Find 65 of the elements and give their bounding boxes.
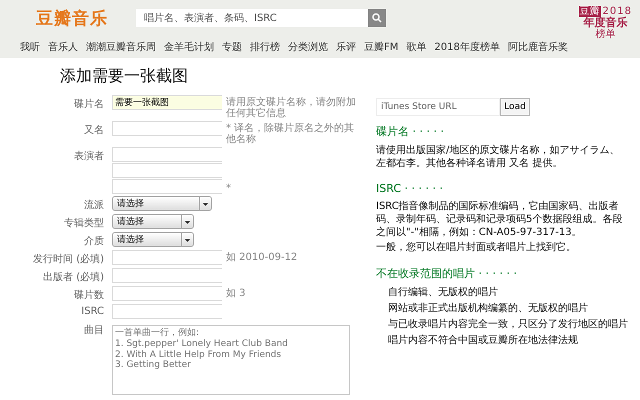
field-label: 介质 bbox=[83, 234, 105, 248]
annual-chart-badge[interactable]: 豆瓣 2018 年度音乐 榜单 bbox=[578, 0, 632, 58]
badge-tag: 豆瓣 bbox=[578, 6, 601, 17]
list-item: 自行编辑、无版权的唱片 bbox=[388, 286, 499, 299]
caret-icon bbox=[181, 214, 193, 228]
search-button[interactable] bbox=[368, 9, 386, 27]
select-dropdown[interactable]: 请选择 bbox=[112, 232, 194, 247]
nav-link[interactable]: 排行榜 bbox=[250, 40, 280, 54]
field-hint: 如 3 bbox=[225, 287, 247, 299]
nav-link[interactable]: 阿比鹿音乐奖 bbox=[508, 40, 568, 54]
field-label: 碟片数 bbox=[73, 288, 105, 302]
field-label: 又名 bbox=[83, 124, 105, 137]
section-heading: 碟片名 · · · · · bbox=[376, 124, 445, 139]
required-mark: * bbox=[225, 182, 232, 194]
help-text: 一般，您可以在唱片封面或者唱片上找到它。 bbox=[376, 241, 577, 254]
page-title: 添加需要一张截图 bbox=[60, 66, 189, 87]
search-icon bbox=[372, 13, 382, 23]
text-field[interactable] bbox=[112, 163, 222, 178]
url-field[interactable]: iTunes Store URL bbox=[376, 98, 500, 116]
list-item: 与已收录唱片内容完全一致，只区分了发行地区的唱片 bbox=[388, 318, 628, 331]
field-hint: 如 2010-09-12 bbox=[225, 251, 298, 263]
nav-link[interactable]: 乐评 bbox=[336, 40, 356, 54]
select-dropdown[interactable]: 请选择 bbox=[112, 214, 194, 229]
caret-icon bbox=[181, 232, 193, 246]
text-field[interactable] bbox=[112, 179, 222, 194]
field-label: 曲目 bbox=[83, 324, 105, 337]
nav-link[interactable]: 金羊毛计划 bbox=[164, 40, 214, 54]
nav-link[interactable]: 歌单 bbox=[406, 40, 426, 54]
caret-icon bbox=[199, 196, 211, 210]
field-label: 碟片名 bbox=[73, 98, 105, 111]
tracklist-field[interactable]: 一首单曲一行，例如: 1. Sgt.pepper' Lonely Heart Club Band 2. With A Little Help From My Friends 3. Getting Better bbox=[112, 325, 350, 395]
badge-title: 年度音乐 bbox=[583, 17, 628, 29]
list-item: 网站或非正式出版机构编纂的、无版权的唱片 bbox=[388, 302, 589, 315]
nav-link[interactable]: 专题 bbox=[222, 40, 242, 54]
section-heading: ISRC · · · · · · bbox=[376, 182, 444, 195]
nav-link[interactable]: 音乐人 bbox=[48, 40, 78, 54]
field-label: 出版者 (必填) bbox=[42, 270, 105, 284]
list-item: 唱片内容不符合中国或豆瓣所在地法律法规 bbox=[388, 334, 579, 347]
nav-link[interactable]: 分类浏览 bbox=[288, 40, 328, 54]
field-hint: 请用原文碟片名称，请勿附加任何其它信息 bbox=[225, 96, 357, 119]
text-field[interactable] bbox=[112, 304, 222, 319]
nav-link[interactable]: 2018年度榜单 bbox=[434, 40, 500, 54]
text-field[interactable] bbox=[112, 250, 222, 265]
field-hint: * 译名，除碟片原名之外的其他名称 bbox=[225, 122, 356, 145]
field-label: ISRC bbox=[80, 305, 105, 317]
field-label: 流派 bbox=[83, 198, 105, 212]
field-label: 表演者 bbox=[73, 150, 105, 163]
section-heading: 不在收录范围的唱片 · · · · · · bbox=[376, 266, 518, 281]
help-text: 请使用出版国家/地区的原文碟片名称，如アサイラム、左都右李。其他各种译名请用 又名 提供。 bbox=[376, 144, 620, 170]
text-field[interactable] bbox=[112, 268, 222, 283]
text-field[interactable] bbox=[112, 147, 222, 162]
nav-link[interactable]: 我听 bbox=[20, 40, 40, 54]
field-label: 专辑类型 bbox=[63, 216, 105, 230]
load-button[interactable]: Load bbox=[500, 98, 530, 116]
text-field[interactable] bbox=[112, 121, 222, 136]
badge-subtitle: 榜单 bbox=[595, 29, 616, 40]
nav-link[interactable]: 潮潮豆瓣音乐周 bbox=[86, 40, 156, 54]
help-text: ISRC指音像制品的国际标准编码，它由国家码、出版者码、录制年码、记录码和记录项码5个数据段组成。各段之间以"-"相隔，例如：CN-A05-97-317-13。 bbox=[376, 200, 624, 239]
nav-link[interactable]: 豆瓣FM bbox=[364, 40, 398, 54]
field-label: 发行时间 (必填) bbox=[32, 252, 105, 266]
text-field[interactable]: 需要一张截图 bbox=[112, 95, 222, 110]
select-dropdown[interactable]: 请选择 bbox=[112, 196, 212, 211]
badge-year: 2018 bbox=[602, 6, 632, 17]
text-field[interactable] bbox=[112, 286, 222, 301]
search-field[interactable]: 唱片名、表演者、条码、ISRC bbox=[136, 9, 368, 27]
